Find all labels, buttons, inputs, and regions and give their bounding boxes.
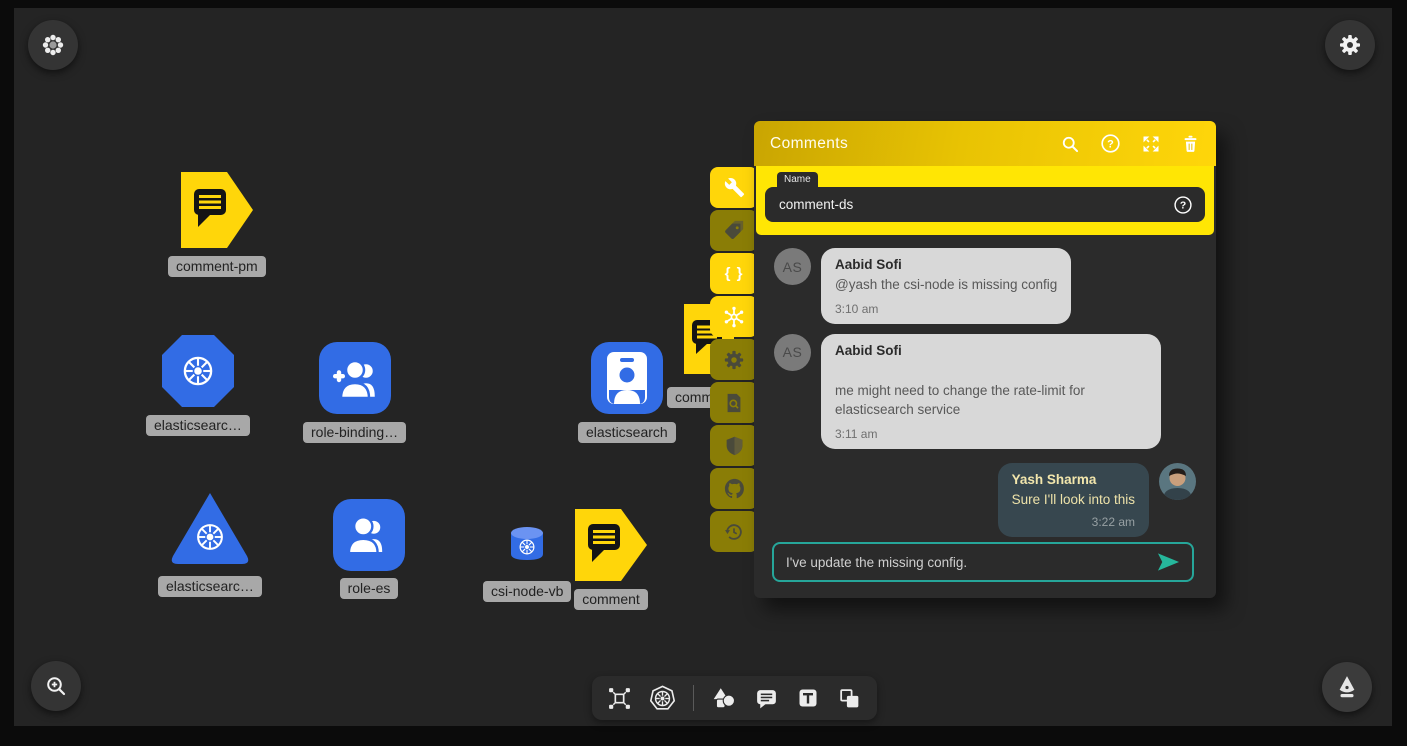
service-account-icon <box>591 342 663 414</box>
node-graph-icon[interactable] <box>607 686 632 711</box>
svg-text:?: ? <box>1180 200 1186 211</box>
message-author: Aabid Sofi <box>835 343 1147 358</box>
message-author: Yash Sharma <box>1012 472 1135 487</box>
comment-shape-icon <box>180 171 254 249</box>
kubernetes-triangle-icon <box>168 487 252 565</box>
node-label: elasticsearc… <box>146 415 250 436</box>
node-elasticsearch-octagon[interactable]: elasticsearc… <box>146 334 250 436</box>
storage-cylinder-icon <box>510 526 544 562</box>
mesh-tool-button[interactable] <box>710 296 758 337</box>
json-tool-button[interactable]: { } <box>710 253 758 294</box>
github-icon <box>723 477 746 500</box>
node-comment-pm[interactable]: comment-pm <box>168 171 266 277</box>
node-label: elasticsearc… <box>158 576 262 597</box>
message-text: @yash the csi-node is missing config <box>835 276 1057 295</box>
flower-logo-icon <box>41 33 65 57</box>
app-menu-button[interactable] <box>28 20 78 70</box>
panel-title: Comments <box>770 135 848 153</box>
messages-list[interactable]: AS Aabid Sofi @yash the csi-node is miss… <box>754 235 1216 537</box>
node-csi-node-vb[interactable]: csi-node-vb <box>483 526 571 602</box>
history-icon <box>723 521 745 543</box>
pen-nib-icon <box>1334 674 1360 700</box>
zoom-in-icon <box>44 674 68 698</box>
github-tool-button[interactable] <box>710 468 758 509</box>
doc-search-icon <box>723 392 745 414</box>
tags-icon <box>723 220 745 242</box>
shapes-icon[interactable] <box>711 685 737 711</box>
avatar: AS <box>774 248 811 285</box>
toolbar-divider <box>693 685 694 711</box>
help-circle-icon[interactable]: ? <box>1173 195 1193 215</box>
message-row: Yash Sharma Sure I'll look into this 3:2… <box>774 463 1196 537</box>
doc-search-tool-button[interactable] <box>710 382 758 423</box>
node-label: comment <box>574 589 648 610</box>
message-bubble: Aabid Sofi @yash the csi-node is missing… <box>821 248 1071 324</box>
node-label: comment-pm <box>168 256 266 277</box>
kubernetes-octagon-icon <box>161 334 235 408</box>
message-time: 3:11 am <box>835 427 1147 441</box>
design-canvas[interactable]: comment-pm elasticsearc… <box>14 8 1392 726</box>
node-label: role-es <box>340 578 399 599</box>
comments-panel: Comments ? <box>754 121 1216 598</box>
message-text: me might need to change the rate-limit f… <box>835 382 1147 420</box>
role-binding-icon <box>319 342 391 414</box>
braces-icon: { } <box>725 265 744 282</box>
settings-button[interactable] <box>1325 20 1375 70</box>
app-window: comment-pm elasticsearc… <box>0 0 1407 746</box>
node-role-es[interactable]: role-es <box>333 499 405 599</box>
avatar-photo <box>1159 463 1196 500</box>
message-time: 3:22 am <box>1012 515 1135 529</box>
name-field-label: Name <box>777 172 818 188</box>
node-role-binding[interactable]: role-binding… <box>303 342 406 443</box>
gear-icon <box>723 349 745 371</box>
comments-panel-header[interactable]: Comments ? <box>754 121 1216 166</box>
message-text: Sure I'll look into this <box>1012 491 1135 510</box>
comment-shape-icon <box>574 508 648 582</box>
delete-icon[interactable] <box>1181 134 1200 154</box>
search-icon[interactable] <box>1060 134 1080 154</box>
shield-tool-button[interactable] <box>710 425 758 466</box>
configure-tool-button[interactable] <box>710 167 758 208</box>
settings-tool-button[interactable] <box>710 339 758 380</box>
zoom-button[interactable] <box>31 661 81 711</box>
name-field-section: Name ? <box>756 166 1214 235</box>
node-label: role-binding… <box>303 422 406 443</box>
message-author: Aabid Sofi <box>835 257 1057 272</box>
mesh-icon <box>722 305 746 329</box>
comment-bubble-icon[interactable] <box>754 686 779 711</box>
name-input[interactable] <box>779 197 1173 212</box>
gear-icon <box>1338 33 1362 57</box>
pen-tool-button[interactable] <box>1322 662 1372 712</box>
message-bubble: Aabid Sofi me might need to change the r… <box>821 334 1161 449</box>
node-label: csi-node-vb <box>483 581 571 602</box>
comment-composer <box>772 542 1194 582</box>
frame-icon[interactable] <box>837 686 862 711</box>
shape-toolbar <box>592 676 877 720</box>
shield-icon <box>724 435 745 456</box>
svg-text:?: ? <box>1107 138 1114 150</box>
node-label: elasticsearch <box>578 422 676 443</box>
message-row: AS Aabid Sofi @yash the csi-node is miss… <box>774 248 1196 324</box>
node-elasticsearch-serviceaccount[interactable]: elasticsearch <box>578 342 676 443</box>
node-comment[interactable]: comment <box>574 508 648 610</box>
tags-tool-button[interactable] <box>710 210 758 251</box>
comment-input[interactable] <box>786 555 1157 570</box>
message-row: AS Aabid Sofi me might need to change th… <box>774 334 1196 449</box>
expand-icon[interactable] <box>1141 134 1161 154</box>
message-time: 3:10 am <box>835 302 1057 316</box>
send-icon[interactable] <box>1157 552 1180 572</box>
kubernetes-icon[interactable] <box>649 685 676 712</box>
history-tool-button[interactable] <box>710 511 758 552</box>
message-bubble: Yash Sharma Sure I'll look into this 3:2… <box>998 463 1149 537</box>
help-icon[interactable]: ? <box>1100 133 1121 154</box>
avatar: AS <box>774 334 811 371</box>
wrench-icon <box>724 177 745 198</box>
text-tool-icon[interactable] <box>796 686 820 710</box>
node-elasticsearch-triangle[interactable]: elasticsearc… <box>158 487 262 597</box>
context-toolbar: { } <box>710 167 758 552</box>
role-icon <box>333 499 405 571</box>
